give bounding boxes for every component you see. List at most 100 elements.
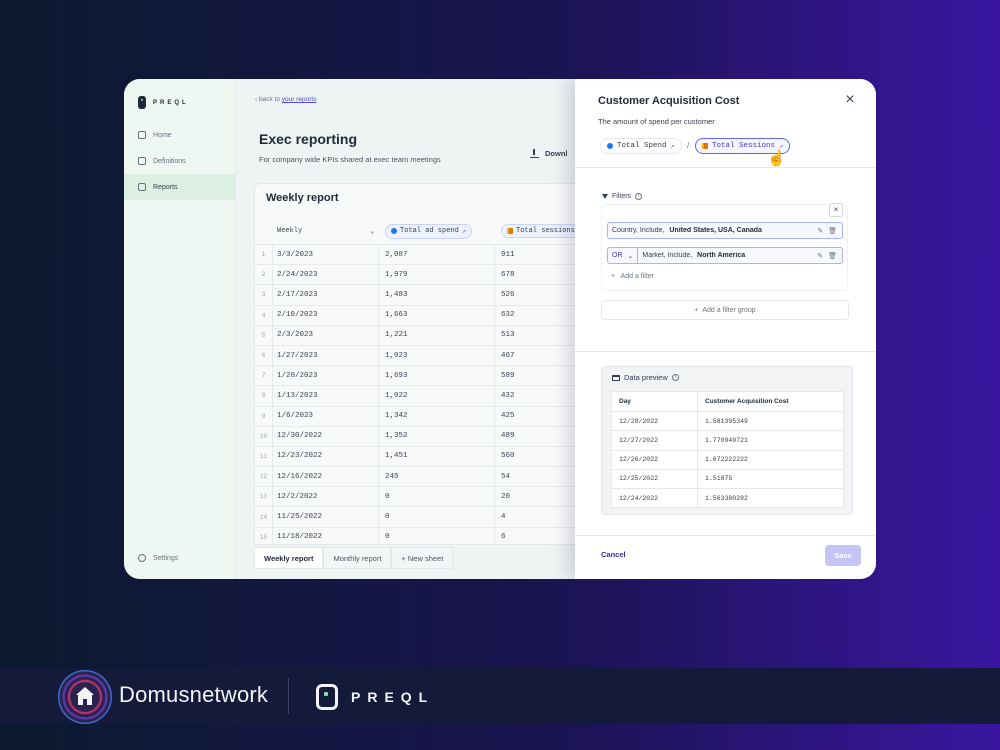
operator-value: OR <box>612 252 623 259</box>
download-button[interactable]: Downl <box>530 149 568 158</box>
table-row[interactable]: 4 2/10/2023 1,663 632 <box>255 304 583 325</box>
column-header-spend[interactable]: Total ad spend ↗ <box>385 220 473 242</box>
preql-logo[interactable]: PREQL <box>138 96 189 109</box>
table-row[interactable]: 2 2/24/2023 1,979 678 <box>255 264 583 285</box>
cell-date: 12/16/2022 <box>273 467 379 487</box>
close-icon[interactable]: × <box>829 203 843 217</box>
cell-cac: 1.672222222 <box>705 456 748 464</box>
sheet-tabs: Weekly report Monthly report + New sheet <box>254 547 454 569</box>
cell-date: 1/20/2023 <box>273 366 379 386</box>
column-header-sessions[interactable]: Total sessions <box>501 220 581 242</box>
app-window: PREQL Home Definitions Reports Settings … <box>124 79 876 579</box>
table-row[interactable]: 11 12/23/2022 1,451 560 <box>255 445 583 467</box>
sidebar-item-reports[interactable]: Reports <box>124 174 236 200</box>
filter-text: Market, Include, North America <box>638 252 817 259</box>
column-header: Customer Acquisition Cost <box>705 398 789 406</box>
new-sheet-button[interactable]: + New sheet <box>391 547 454 569</box>
sidebar-item-label: Home <box>153 131 172 139</box>
cell-day: 12/27/2022 <box>612 431 698 450</box>
row-number: 15 <box>255 527 273 544</box>
divide-symbol: / <box>687 141 690 150</box>
add-filter-button[interactable]: + Add a filter <box>611 273 654 280</box>
back-prefix: back to <box>258 96 280 103</box>
filters-label: Filters <box>612 193 632 200</box>
row-number: 8 <box>255 386 273 406</box>
sidebar-item-settings[interactable]: Settings <box>124 545 236 571</box>
filter-row[interactable]: Country, Include, United States, USA, Ca… <box>607 222 843 239</box>
facebook-icon <box>391 228 397 234</box>
filters-header: Filters i <box>602 193 643 200</box>
cell-sessions: 20 <box>501 492 511 501</box>
cell-sessions: 489 <box>501 432 515 441</box>
row-number: 4 <box>255 305 273 325</box>
table-row[interactable]: 9 1/6/2023 1,342 425 <box>255 405 583 426</box>
analytics-icon <box>507 228 513 234</box>
cell-sessions: 589 <box>501 371 515 380</box>
table-row[interactable]: 6 1/27/2023 1,023 467 <box>255 344 583 366</box>
info-icon[interactable]: i <box>671 374 679 381</box>
table-row[interactable]: 7 1/20/2023 1,693 589 <box>255 365 583 386</box>
column-header-weekly[interactable]: Weekly ⌄ <box>277 220 374 242</box>
cell-spend: 1,483 <box>379 285 495 305</box>
chevron-down-icon: ⌄ <box>370 227 375 236</box>
cell-sessions: 911 <box>501 250 515 259</box>
cell-sessions: 560 <box>501 452 515 461</box>
home-icon <box>138 131 146 139</box>
table-row[interactable]: 12 12/16/2022 245 54 <box>255 466 583 487</box>
metric-pill[interactable]: Total sessions <box>501 224 581 238</box>
table-row[interactable]: 14 11/25/2022 0 4 <box>255 506 583 527</box>
chevron-down-icon: ⌄ <box>627 252 634 260</box>
sidebar-item-definitions[interactable]: Definitions <box>124 148 236 174</box>
row-number: 14 <box>255 507 273 527</box>
pencil-icon[interactable]: ✎ <box>817 252 823 260</box>
operator-select[interactable]: OR ⌄ <box>608 248 639 263</box>
cell-spend: 0 <box>379 527 495 544</box>
tab-monthly-report[interactable]: Monthly report <box>323 547 392 569</box>
table-row[interactable]: 10 12/30/2022 1,352 489 <box>255 425 583 446</box>
preql-logo-icon <box>138 96 146 109</box>
house-icon <box>76 687 94 705</box>
row-number: 5 <box>255 325 273 345</box>
facebook-icon <box>607 143 613 149</box>
cell-day: 12/24/2022 <box>612 488 698 508</box>
trash-icon[interactable]: 🗑 <box>828 252 837 260</box>
domusnetwork-wordmark: Domusnetwork <box>119 682 269 707</box>
sidebar-item-label: Definitions <box>153 157 186 165</box>
cell-date: 1/27/2023 <box>273 345 379 366</box>
cell-spend: 0 <box>379 487 495 507</box>
cell-date: 12/2/2022 <box>273 487 379 507</box>
row-number: 1 <box>255 245 273 265</box>
table-row[interactable]: 8 1/13/2023 1,022 432 <box>255 385 583 406</box>
table-row[interactable]: 5 2/3/2023 1,221 513 <box>255 324 583 345</box>
metric-chip-spend[interactable]: Total Spend ↗ <box>600 138 682 154</box>
modal-title: Customer Acquisition Cost <box>598 95 740 107</box>
gear-icon <box>138 554 146 562</box>
trash-icon[interactable]: 🗑 <box>828 227 837 235</box>
add-group-label: Add a filter group <box>702 306 756 314</box>
cell-date: 2/17/2023 <box>273 285 379 305</box>
cancel-button[interactable]: Cancel <box>601 550 626 559</box>
filter-row[interactable]: OR ⌄ Market, Include, North America ✎ 🗑 <box>607 247 843 264</box>
tab-weekly-report[interactable]: Weekly report <box>254 547 324 569</box>
pencil-icon[interactable]: ✎ <box>817 227 823 235</box>
cell-spend: 0 <box>379 507 495 527</box>
metric-modal: Customer Acquisition Cost × The amount o… <box>575 79 876 579</box>
metric-pill[interactable]: Total ad spend ↗ <box>385 223 473 239</box>
table-row[interactable]: 3 2/17/2023 1,483 526 <box>255 284 583 305</box>
cell-sessions: 425 <box>501 412 515 421</box>
add-filter-group-button[interactable]: + Add a filter group <box>601 300 849 320</box>
info-icon[interactable]: i <box>635 193 643 200</box>
external-link-icon: ↗ <box>670 142 675 151</box>
table-row[interactable]: 15 11/18/2022 0 6 <box>255 526 583 544</box>
logo-text: PREQL <box>153 99 189 106</box>
table-icon <box>138 183 146 191</box>
save-button[interactable]: Save <box>825 545 861 566</box>
row-number: 11 <box>255 446 273 467</box>
table-row[interactable]: 13 12/2/2022 0 20 <box>255 486 583 507</box>
back-link[interactable]: your reports <box>282 96 317 103</box>
cell-date: 2/24/2023 <box>273 265 379 285</box>
table-row[interactable]: 1 3/3/2023 2,087 911 <box>255 244 583 265</box>
cell-spend: 245 <box>379 467 495 487</box>
close-icon[interactable]: × <box>843 92 857 108</box>
sidebar-item-home[interactable]: Home <box>124 122 236 148</box>
